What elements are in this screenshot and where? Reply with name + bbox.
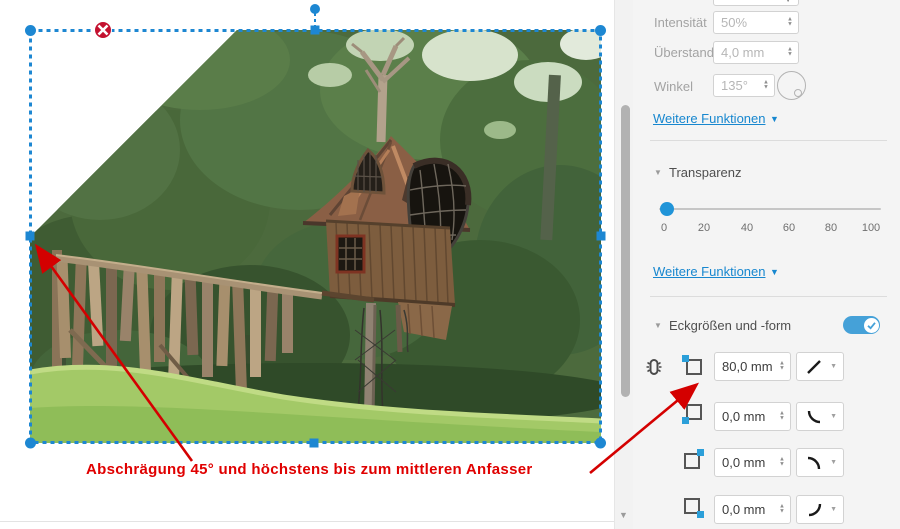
- corner-shape-dropdown-top-left[interactable]: ▼: [796, 352, 844, 381]
- annotation-text: Abschrägung 45° und höchstens bis zum mi…: [86, 461, 533, 478]
- tick-label: 0: [660, 222, 668, 234]
- chevron-down-icon[interactable]: ▼: [770, 114, 779, 124]
- chevron-down-icon[interactable]: ▼: [770, 267, 779, 277]
- tick-label: 20: [697, 222, 711, 234]
- angle-input[interactable]: 135° ▲ ▼: [713, 74, 775, 97]
- document-canvas[interactable]: [0, 0, 614, 529]
- corner-shape-dropdown-bottom-left[interactable]: ▼: [796, 402, 844, 431]
- chevron-down-icon: ▼: [830, 363, 837, 370]
- angle-dial[interactable]: [777, 71, 806, 100]
- corner-indicator-top-right: [684, 449, 704, 469]
- properties-panel: ▼ Intensität 50% ▲▼ Überstand 4,0 mm ▲▼ …: [633, 0, 900, 529]
- toggle-knob: [863, 317, 879, 333]
- corner-shape-dropdown-bottom-right[interactable]: ▼: [796, 495, 844, 524]
- check-icon: [866, 321, 876, 330]
- angle-dial-dot: [794, 89, 802, 97]
- canvas-bottom-divider: [0, 521, 614, 522]
- corner-origin-marker-icon[interactable]: [94, 21, 112, 39]
- overhang-input[interactable]: 4,0 mm ▲ ▼: [713, 41, 799, 64]
- app-window: Abschrägung 45° und höchstens bis zum mi…: [0, 0, 900, 529]
- tick-label: 60: [782, 222, 796, 234]
- chevron-down-icon: ▼: [830, 506, 837, 513]
- handle-top-right[interactable]: [595, 25, 606, 36]
- corner-section-title: Eckgrößen und -form: [669, 318, 792, 333]
- handle-bottom-right[interactable]: [595, 437, 606, 449]
- chevron-down-icon: ▼: [830, 413, 837, 420]
- transparency-title: Transparenz: [669, 165, 742, 180]
- collapse-triangle-icon[interactable]: ▼: [654, 321, 662, 330]
- more-functions-link[interactable]: Weitere Funktionen: [653, 264, 766, 279]
- handle-right-middle[interactable]: [596, 231, 606, 241]
- handle-bottom-left[interactable]: [25, 437, 36, 449]
- unlink-icon[interactable]: [643, 356, 665, 378]
- corner-size-input-bottom-right[interactable]: 0,0 mm ▲ ▼: [714, 495, 791, 524]
- vertical-scrollbar[interactable]: ▼: [614, 0, 633, 529]
- corner-size-input-top-left[interactable]: 80,0 mm ▲ ▼: [714, 352, 791, 381]
- corner-section-toggle[interactable]: [843, 316, 880, 334]
- corner-shape-dropdown-top-right[interactable]: ▼: [796, 448, 844, 477]
- corner-size-input-bottom-left[interactable]: 0,0 mm ▲ ▼: [714, 402, 791, 431]
- corner-indicator-bottom-left: [682, 404, 702, 424]
- collapse-triangle-icon[interactable]: ▼: [654, 168, 662, 177]
- curve-shape-icon: [807, 456, 821, 469]
- treehouse-photo[interactable]: [0, 10, 614, 443]
- spinner-icon[interactable]: ▲ ▼: [779, 456, 785, 468]
- spinner-icon[interactable]: ▲ ▼: [787, 46, 793, 58]
- spinner-icon[interactable]: ▲ ▼: [779, 360, 785, 372]
- corner-size-input-top-right[interactable]: 0,0 mm ▲ ▼: [714, 448, 791, 477]
- corner-indicator-top-left: [682, 355, 702, 375]
- tick-label: 40: [740, 222, 754, 234]
- more-functions-link[interactable]: Weitere Funktionen: [653, 111, 766, 126]
- handle-bottom-middle[interactable]: [309, 438, 319, 448]
- divider: [650, 140, 887, 141]
- tick-label: 100: [861, 222, 881, 234]
- photo-with-selection: [0, 4, 614, 449]
- transparency-slider-thumb[interactable]: [660, 202, 674, 216]
- handle-top-middle[interactable]: [310, 25, 320, 35]
- scrollbar-down-arrow-icon[interactable]: ▼: [619, 510, 628, 520]
- transparency-slider-track[interactable]: [659, 208, 881, 210]
- spinner-icon[interactable]: ▲ ▼: [779, 503, 785, 515]
- spinner-icon[interactable]: ▲ ▼: [787, 16, 793, 28]
- angle-label: Winkel: [654, 79, 694, 94]
- spinner-icon[interactable]: ▲ ▼: [763, 79, 769, 91]
- tick-label: 80: [824, 222, 838, 234]
- divider: [650, 296, 887, 297]
- overhang-label: Überstand: [654, 45, 714, 60]
- handle-top-left[interactable]: [25, 25, 36, 36]
- curve-shape-icon: [807, 410, 821, 423]
- spinner-icon[interactable]: ▲ ▼: [779, 410, 785, 422]
- handle-left-middle[interactable]: [25, 231, 35, 241]
- scrollbar-thumb[interactable]: [621, 105, 630, 397]
- corner-indicator-bottom-right: [684, 498, 704, 518]
- intensity-label: Intensität: [654, 15, 707, 30]
- chevron-down-icon: ▼: [830, 459, 837, 466]
- chevron-down-icon: ▼: [784, 0, 792, 4]
- curve-shape-icon: [808, 503, 822, 516]
- bevel-shape-icon: [807, 359, 821, 374]
- intensity-input[interactable]: 50% ▲ ▼: [713, 11, 799, 34]
- partial-combobox[interactable]: ▼: [713, 0, 799, 6]
- rotation-handle[interactable]: [310, 4, 320, 14]
